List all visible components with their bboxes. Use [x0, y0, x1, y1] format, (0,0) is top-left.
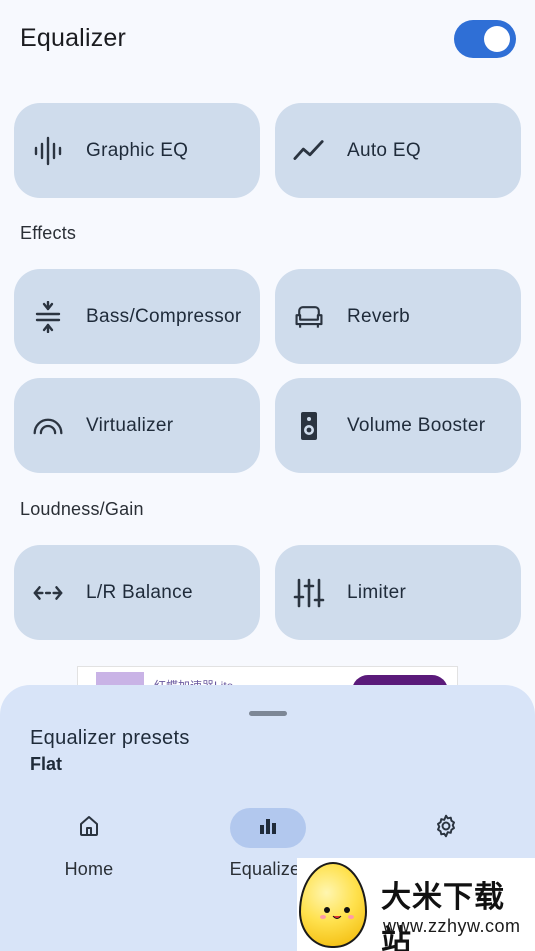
reverb-tile[interactable]: Reverb — [275, 269, 521, 364]
bar-chart-icon — [256, 814, 280, 843]
lr-balance-tile[interactable]: L/R Balance — [14, 545, 260, 640]
effects-heading: Effects — [20, 223, 77, 243]
preset-value: Flat — [30, 754, 63, 774]
nav-pill — [230, 808, 306, 848]
left-right-arrows-icon — [32, 577, 64, 609]
watermark-url: www.zzhyw.com — [383, 916, 521, 936]
auto-eq-tile[interactable]: Auto EQ — [275, 103, 521, 198]
page-title: Equalizer — [20, 24, 127, 52]
graphic-eq-tile[interactable]: Graphic EQ — [14, 103, 260, 198]
drag-handle[interactable] — [249, 711, 287, 716]
tile-label: Volume Booster — [347, 414, 486, 436]
virtualizer-tile[interactable]: Virtualizer — [14, 378, 260, 473]
waveform-icon — [32, 135, 64, 167]
tile-label: Auto EQ — [347, 139, 421, 161]
tile-label: Limiter — [347, 581, 407, 603]
loudness-heading: Loudness/Gain — [20, 499, 144, 519]
trend-line-icon — [293, 135, 325, 167]
compress-icon — [32, 300, 64, 333]
volume-booster-tile[interactable]: Volume Booster — [275, 378, 521, 473]
speaker-icon — [293, 410, 325, 442]
tile-label: Graphic EQ — [86, 139, 189, 161]
tile-label: Virtualizer — [86, 414, 174, 436]
nav-item-home[interactable]: Home — [9, 803, 169, 893]
preset-label[interactable]: Equalizer presets — [30, 727, 190, 750]
bass-compressor-tile[interactable]: Bass/Compressor — [14, 269, 260, 364]
equalizer-enable-toggle[interactable] — [454, 20, 516, 58]
nav-pill — [408, 808, 484, 848]
gear-icon — [433, 813, 459, 844]
sliders-icon — [293, 577, 325, 609]
tile-label: Reverb — [347, 305, 411, 327]
tile-label: L/R Balance — [86, 581, 193, 603]
nav-pill — [51, 808, 127, 848]
toggle-knob — [484, 26, 510, 52]
watermark-title: 大米下载站 — [381, 880, 505, 951]
app-header: Equalizer — [0, 0, 535, 80]
sofa-icon — [293, 301, 325, 333]
home-icon — [77, 814, 101, 843]
limiter-tile[interactable]: Limiter — [275, 545, 521, 640]
tile-label: Bass/Compressor — [86, 305, 242, 327]
watermark-overlay: 大米下载站 www.zzhyw.com — [297, 858, 535, 951]
nav-label: Home — [64, 859, 114, 879]
mascot-logo — [299, 862, 367, 948]
arc-icon — [32, 410, 64, 442]
